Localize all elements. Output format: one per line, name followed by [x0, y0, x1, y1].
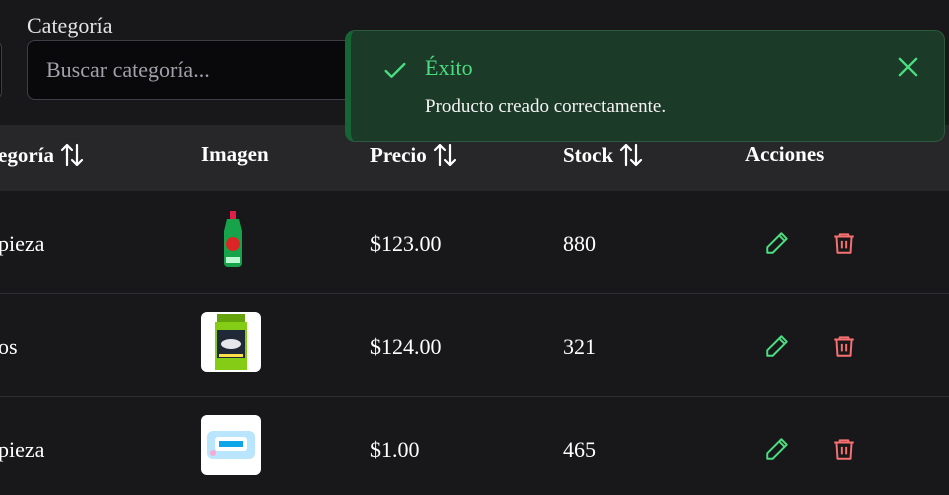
- product-image-shampoo: [201, 312, 261, 372]
- trash-icon: [834, 336, 854, 357]
- stock-cell: 321: [563, 334, 596, 359]
- edit-button[interactable]: [763, 229, 791, 257]
- product-image-wipes: [201, 415, 261, 475]
- column-header-category[interactable]: egoría: [0, 142, 84, 168]
- sort-icon[interactable]: [60, 142, 84, 168]
- check-icon: [384, 62, 406, 79]
- table-row: os $124.00 321: [0, 294, 949, 397]
- success-toast: Éxito Producto creado correctamente.: [345, 30, 945, 142]
- pencil-icon: [766, 232, 788, 254]
- category-filter-label: Categoría: [27, 13, 113, 38]
- category-cell: pieza: [0, 231, 45, 256]
- delete-button[interactable]: [830, 229, 858, 257]
- table-row: pieza $1.00 465: [0, 397, 949, 495]
- price-cell: $124.00: [370, 334, 442, 359]
- stock-cell: 880: [563, 231, 596, 256]
- price-cell: $123.00: [370, 231, 442, 256]
- column-header-image: Imagen: [201, 142, 269, 166]
- close-icon[interactable]: [894, 53, 922, 81]
- table-row: pieza $123.00 880: [0, 191, 949, 294]
- sort-icon[interactable]: [433, 142, 457, 168]
- column-header-actions: Acciones: [745, 142, 825, 166]
- delete-button[interactable]: [830, 332, 858, 360]
- pencil-icon: [766, 335, 788, 357]
- column-header-price[interactable]: Precio: [370, 142, 457, 168]
- product-image-detergent: [201, 211, 261, 271]
- category-cell: pieza: [0, 437, 45, 462]
- edit-button[interactable]: [763, 332, 791, 360]
- trash-icon: [834, 439, 854, 460]
- stock-cell: 465: [563, 437, 596, 462]
- price-cell: $1.00: [370, 437, 420, 462]
- column-header-stock[interactable]: Stock: [563, 142, 643, 168]
- toast-message: Producto creado correctamente.: [425, 96, 667, 117]
- delete-button[interactable]: [830, 435, 858, 463]
- toast-title: Éxito: [425, 55, 473, 80]
- previous-filter-input[interactable]: [0, 40, 2, 100]
- trash-icon: [834, 233, 854, 254]
- edit-button[interactable]: [763, 435, 791, 463]
- category-cell: os: [0, 334, 18, 359]
- sort-icon[interactable]: [619, 142, 643, 168]
- pencil-icon: [766, 438, 788, 460]
